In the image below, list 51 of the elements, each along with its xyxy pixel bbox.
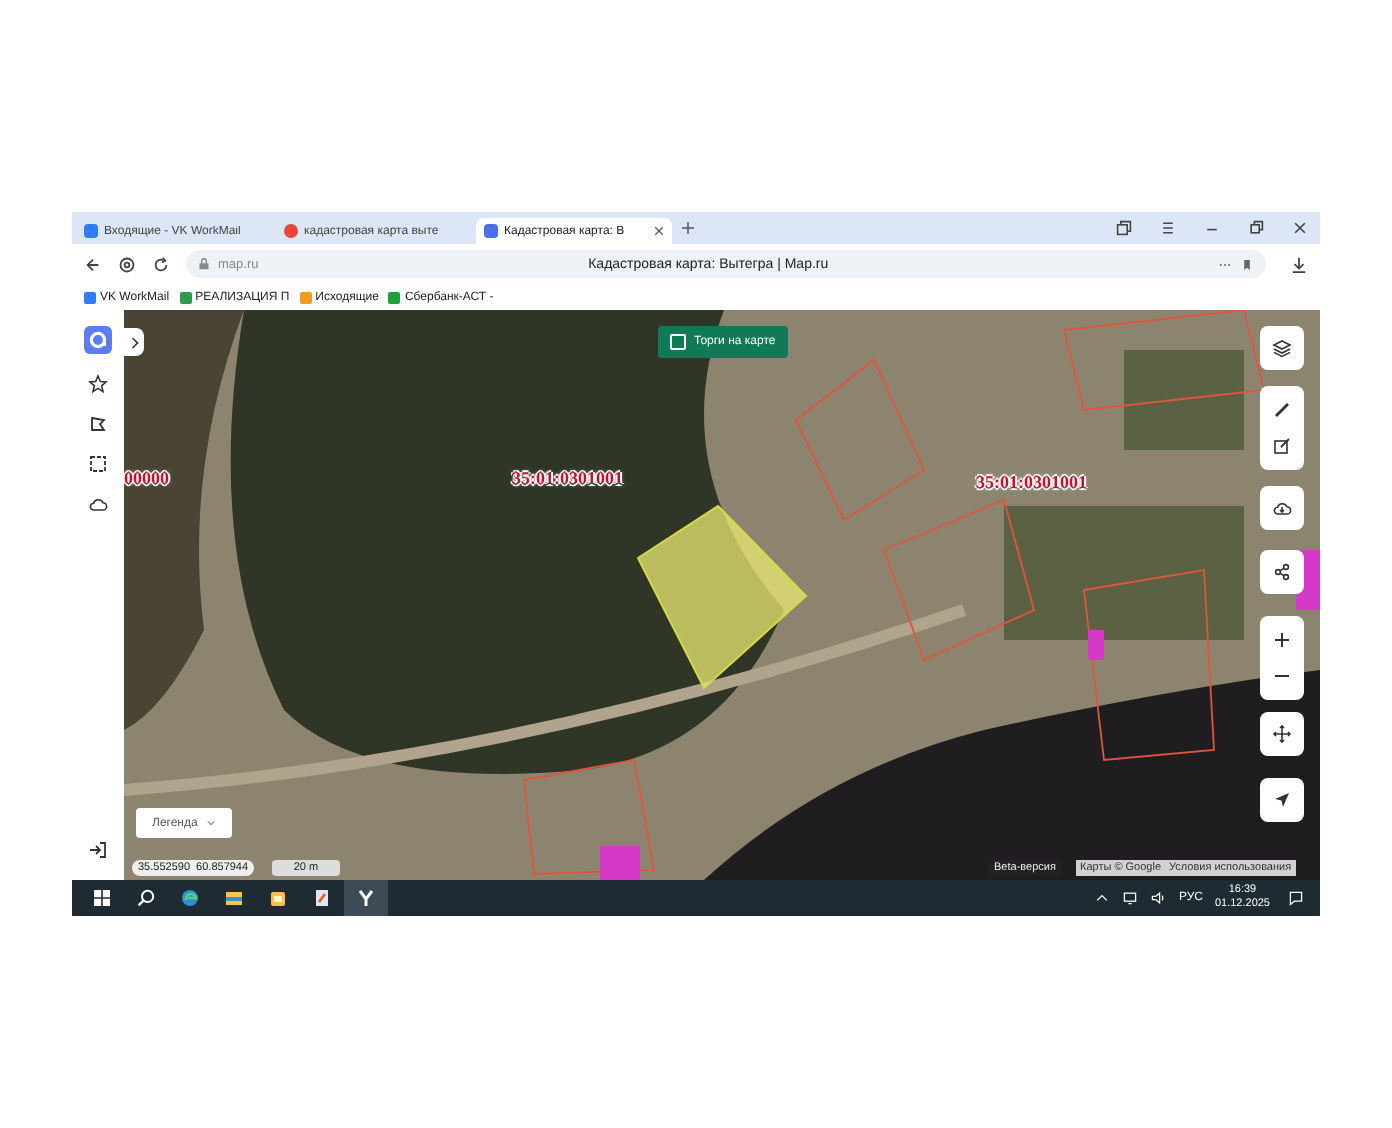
close-icon[interactable] (1292, 220, 1308, 236)
close-icon[interactable] (654, 226, 664, 236)
zoom-in-icon[interactable] (1272, 630, 1292, 650)
share-icon (1272, 562, 1292, 582)
search-icon[interactable] (136, 888, 156, 908)
speaker-icon[interactable] (1150, 890, 1167, 906)
selection-icon[interactable] (88, 454, 108, 474)
back-icon[interactable] (84, 255, 102, 273)
checkbox[interactable] (670, 334, 686, 350)
lock-icon (198, 258, 210, 270)
reload-icon[interactable] (152, 255, 170, 273)
caret-icon (205, 818, 216, 828)
cadastral-number-label: 35:01:0301001 (976, 472, 1087, 492)
folder-icon[interactable] (268, 888, 288, 908)
tabs-icon[interactable] (1116, 220, 1132, 236)
chevron-up-icon[interactable] (1094, 890, 1111, 906)
document-app-icon[interactable] (312, 888, 332, 908)
cloud-icon[interactable] (88, 494, 108, 514)
pan-button[interactable] (1260, 712, 1304, 756)
cloud-download-icon (1272, 498, 1292, 518)
cadastral-number-label: 35:01:0301001 (512, 468, 623, 488)
browser-edge-icon[interactable] (180, 888, 200, 908)
menu-icon[interactable] (1160, 220, 1176, 236)
bookmark-icon[interactable] (1240, 257, 1255, 271)
locate-button[interactable] (1260, 778, 1304, 822)
new-tab-icon[interactable] (682, 222, 694, 234)
windows-start-icon[interactable] (92, 888, 112, 908)
logo-icon[interactable] (84, 326, 112, 354)
site-icon (84, 224, 98, 238)
chevron-right-icon (129, 335, 139, 349)
download-button[interactable] (1260, 486, 1304, 530)
edit-icon[interactable] (1272, 436, 1292, 456)
site-icon (484, 224, 498, 238)
move-icon (1272, 724, 1292, 744)
notifications-icon[interactable] (1288, 890, 1304, 906)
star-icon[interactable] (88, 374, 108, 394)
browser-taskbar-button[interactable] (344, 880, 388, 916)
layers-icon (1272, 338, 1292, 358)
navigation-arrow-icon (1272, 790, 1292, 810)
search-engine-icon (284, 224, 298, 238)
share-button[interactable] (1260, 550, 1304, 594)
restore-icon[interactable] (1248, 220, 1264, 236)
cadastral-number-label: 00000 (124, 468, 169, 488)
download-icon[interactable] (1290, 255, 1308, 273)
y-letter-icon (356, 888, 376, 908)
monitor-icon[interactable] (1122, 890, 1139, 906)
file-explorer-icon[interactable] (224, 888, 244, 908)
expand-panel-button[interactable] (124, 328, 144, 356)
login-icon[interactable] (88, 840, 108, 860)
layers-button[interactable] (1260, 326, 1304, 370)
polygon-icon[interactable] (88, 414, 108, 434)
